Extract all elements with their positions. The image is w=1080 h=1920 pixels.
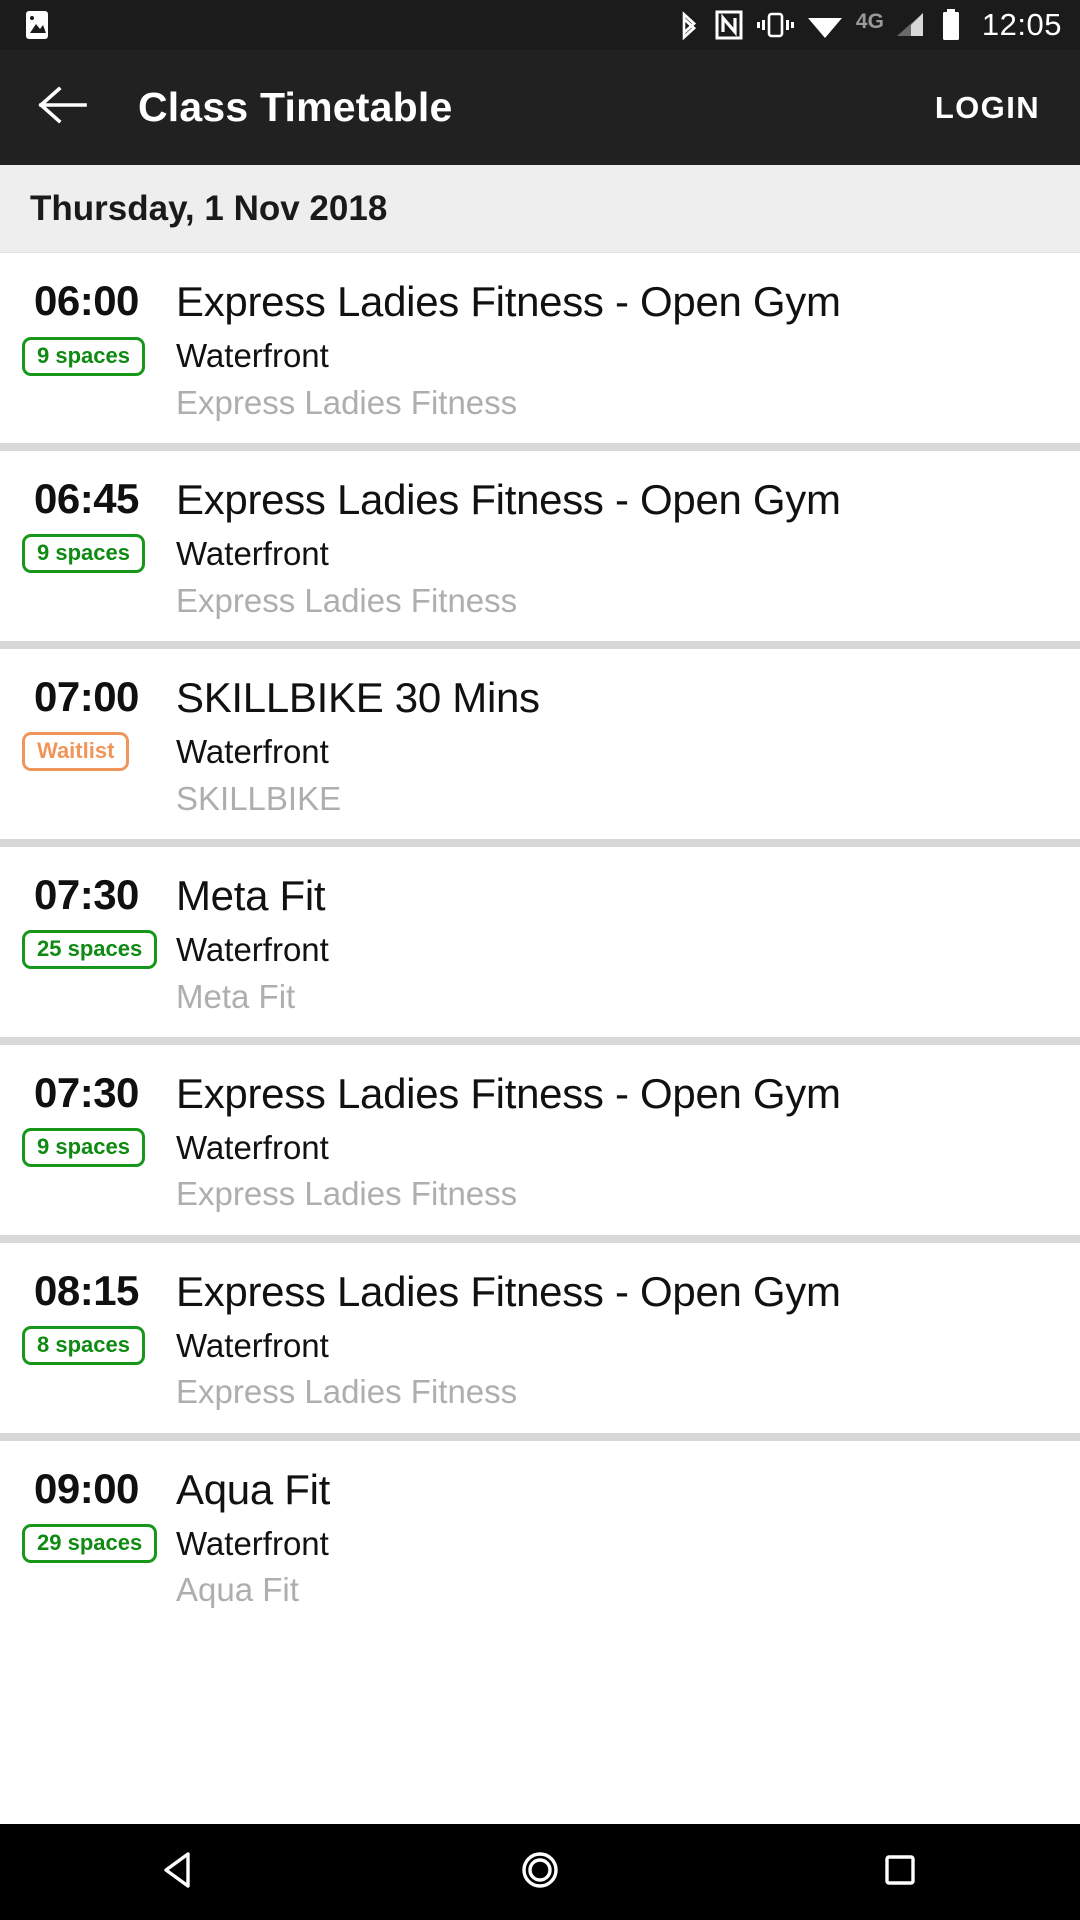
class-title: Express Ladies Fitness - Open Gym bbox=[176, 475, 841, 523]
class-row-left: 07:00 Waitlist bbox=[0, 672, 176, 817]
class-row-right: Aqua Fit Waterfront Aqua Fit bbox=[176, 1465, 1080, 1609]
row-separator bbox=[0, 442, 1080, 451]
class-row-right: Express Ladies Fitness - Open Gym Waterfr… bbox=[176, 1069, 1080, 1213]
class-time: 09:00 bbox=[34, 1464, 139, 1512]
class-row[interactable]: 07:00 Waitlist SKILLBIKE 30 Mins Waterfront… bbox=[0, 648, 1080, 839]
class-category: Express Ladies Fitness bbox=[176, 581, 518, 619]
image-icon bbox=[22, 9, 52, 41]
availability-badge[interactable]: 9 spaces bbox=[22, 336, 145, 376]
class-row-right: Express Ladies Fitness - Open Gym Waterfr… bbox=[176, 1267, 1080, 1411]
class-location: Waterfront bbox=[176, 1129, 329, 1167]
availability-badge[interactable]: Waitlist bbox=[22, 732, 130, 772]
status-bar: 4G 12:05 bbox=[0, 0, 1080, 50]
class-category: Meta Fit bbox=[176, 977, 296, 1015]
class-time: 07:30 bbox=[34, 870, 139, 918]
row-separator bbox=[0, 640, 1080, 649]
class-row-left: 07:30 25 spaces bbox=[0, 870, 176, 1015]
class-row-right: SKILLBIKE 30 Mins Waterfront SKILLBIKE bbox=[176, 675, 1080, 817]
availability-badge[interactable]: 9 spaces bbox=[22, 534, 145, 574]
row-separator bbox=[0, 1432, 1080, 1441]
availability-badge[interactable]: 25 spaces bbox=[22, 930, 158, 970]
class-title: Express Ladies Fitness - Open Gym bbox=[176, 278, 841, 325]
class-category: Express Ladies Fitness bbox=[176, 1373, 518, 1411]
class-location: Waterfront bbox=[176, 1327, 329, 1365]
status-bar-left bbox=[22, 9, 52, 41]
android-nav-bar bbox=[0, 1824, 1080, 1920]
class-row-left: 06:00 9 spaces bbox=[0, 277, 176, 421]
row-separator bbox=[0, 1234, 1080, 1243]
class-location: Waterfront bbox=[176, 1525, 329, 1563]
class-row[interactable]: 06:00 9 spaces Express Ladies Fitness - Op… bbox=[0, 253, 1080, 443]
nav-recents-button[interactable] bbox=[825, 1824, 975, 1920]
page-title: Class Timetable bbox=[138, 84, 453, 130]
nav-home-icon bbox=[515, 1845, 565, 1900]
class-location: Waterfront bbox=[176, 931, 329, 969]
app-bar: Class Timetable LOGIN bbox=[0, 50, 1080, 165]
signal-icon bbox=[894, 9, 928, 41]
class-row-right: Express Ladies Fitness - Open Gym Waterfr… bbox=[176, 279, 1080, 421]
back-arrow-icon bbox=[37, 83, 89, 132]
class-row-left: 09:00 29 spaces bbox=[0, 1464, 176, 1609]
vibrate-icon bbox=[756, 9, 794, 41]
date-header-label: Thursday, 1 Nov 2018 bbox=[30, 188, 388, 228]
date-header: Thursday, 1 Nov 2018 bbox=[0, 165, 1080, 253]
class-row[interactable]: 06:45 9 spaces Express Ladies Fitness - Op… bbox=[0, 450, 1080, 641]
class-row-left: 07:30 9 spaces bbox=[0, 1068, 176, 1213]
class-row-left: 08:15 8 spaces bbox=[0, 1266, 176, 1411]
availability-badge[interactable]: 8 spaces bbox=[22, 1326, 145, 1366]
class-location: Waterfront bbox=[176, 535, 329, 573]
wifi-icon bbox=[806, 9, 844, 41]
nav-recents-icon bbox=[879, 1849, 921, 1896]
row-separator bbox=[0, 1036, 1080, 1045]
class-row[interactable]: 08:15 8 spaces Express Ladies Fitness - Op… bbox=[0, 1242, 1080, 1433]
class-row[interactable]: 07:30 25 spaces Meta Fit Waterfront Meta Fit bbox=[0, 846, 1080, 1037]
status-bar-right: 4G 12:05 bbox=[676, 7, 1062, 43]
class-location: Waterfront bbox=[176, 733, 329, 771]
availability-badge[interactable]: 29 spaces bbox=[22, 1524, 158, 1564]
availability-badge[interactable]: 9 spaces bbox=[22, 1128, 145, 1168]
phone-screen: 4G 12:05 Class Timetable LOGIN Thursday,… bbox=[0, 0, 1080, 1920]
status-bar-clock: 12:05 bbox=[981, 7, 1062, 42]
nav-home-button[interactable] bbox=[465, 1824, 615, 1920]
class-time: 07:00 bbox=[34, 672, 139, 720]
class-time: 08:15 bbox=[34, 1266, 139, 1314]
class-row-left: 06:45 9 spaces bbox=[0, 474, 176, 619]
class-row-right: Express Ladies Fitness - Open Gym Waterfr… bbox=[176, 477, 1080, 619]
class-time: 06:00 bbox=[34, 277, 139, 324]
class-location: Waterfront bbox=[176, 337, 329, 375]
login-button[interactable]: LOGIN bbox=[929, 80, 1046, 136]
class-category: SKILLBIKE bbox=[176, 779, 342, 817]
network-4g-label: 4G bbox=[855, 10, 884, 33]
battery-icon bbox=[940, 8, 962, 42]
class-category: Aqua Fit bbox=[176, 1571, 299, 1609]
nav-back-icon bbox=[157, 1847, 203, 1898]
nfc-icon bbox=[714, 9, 744, 41]
class-row[interactable]: 07:30 9 spaces Express Ladies Fitness - Op… bbox=[0, 1044, 1080, 1235]
class-title: Aqua Fit bbox=[176, 1465, 331, 1513]
class-row-right: Meta Fit Waterfront Meta Fit bbox=[176, 871, 1080, 1015]
row-separator bbox=[0, 838, 1080, 847]
back-button[interactable] bbox=[34, 79, 92, 137]
class-category: Express Ladies Fitness bbox=[176, 1175, 518, 1213]
nav-back-button[interactable] bbox=[105, 1824, 255, 1920]
class-time: 06:45 bbox=[34, 474, 139, 522]
class-title: Express Ladies Fitness - Open Gym bbox=[176, 1267, 841, 1315]
class-title: Express Ladies Fitness - Open Gym bbox=[176, 1069, 841, 1117]
class-title: Meta Fit bbox=[176, 871, 326, 919]
bluetooth-icon bbox=[676, 7, 702, 43]
class-row[interactable]: 09:00 29 spaces Aqua Fit Waterfront Aqua Fit bbox=[0, 1440, 1080, 1631]
class-category: Express Ladies Fitness bbox=[176, 383, 518, 421]
class-list[interactable]: 06:00 9 spaces Express Ladies Fitness - Op… bbox=[0, 253, 1080, 1631]
class-time: 07:30 bbox=[34, 1068, 139, 1116]
class-title: SKILLBIKE 30 Mins bbox=[176, 673, 540, 721]
